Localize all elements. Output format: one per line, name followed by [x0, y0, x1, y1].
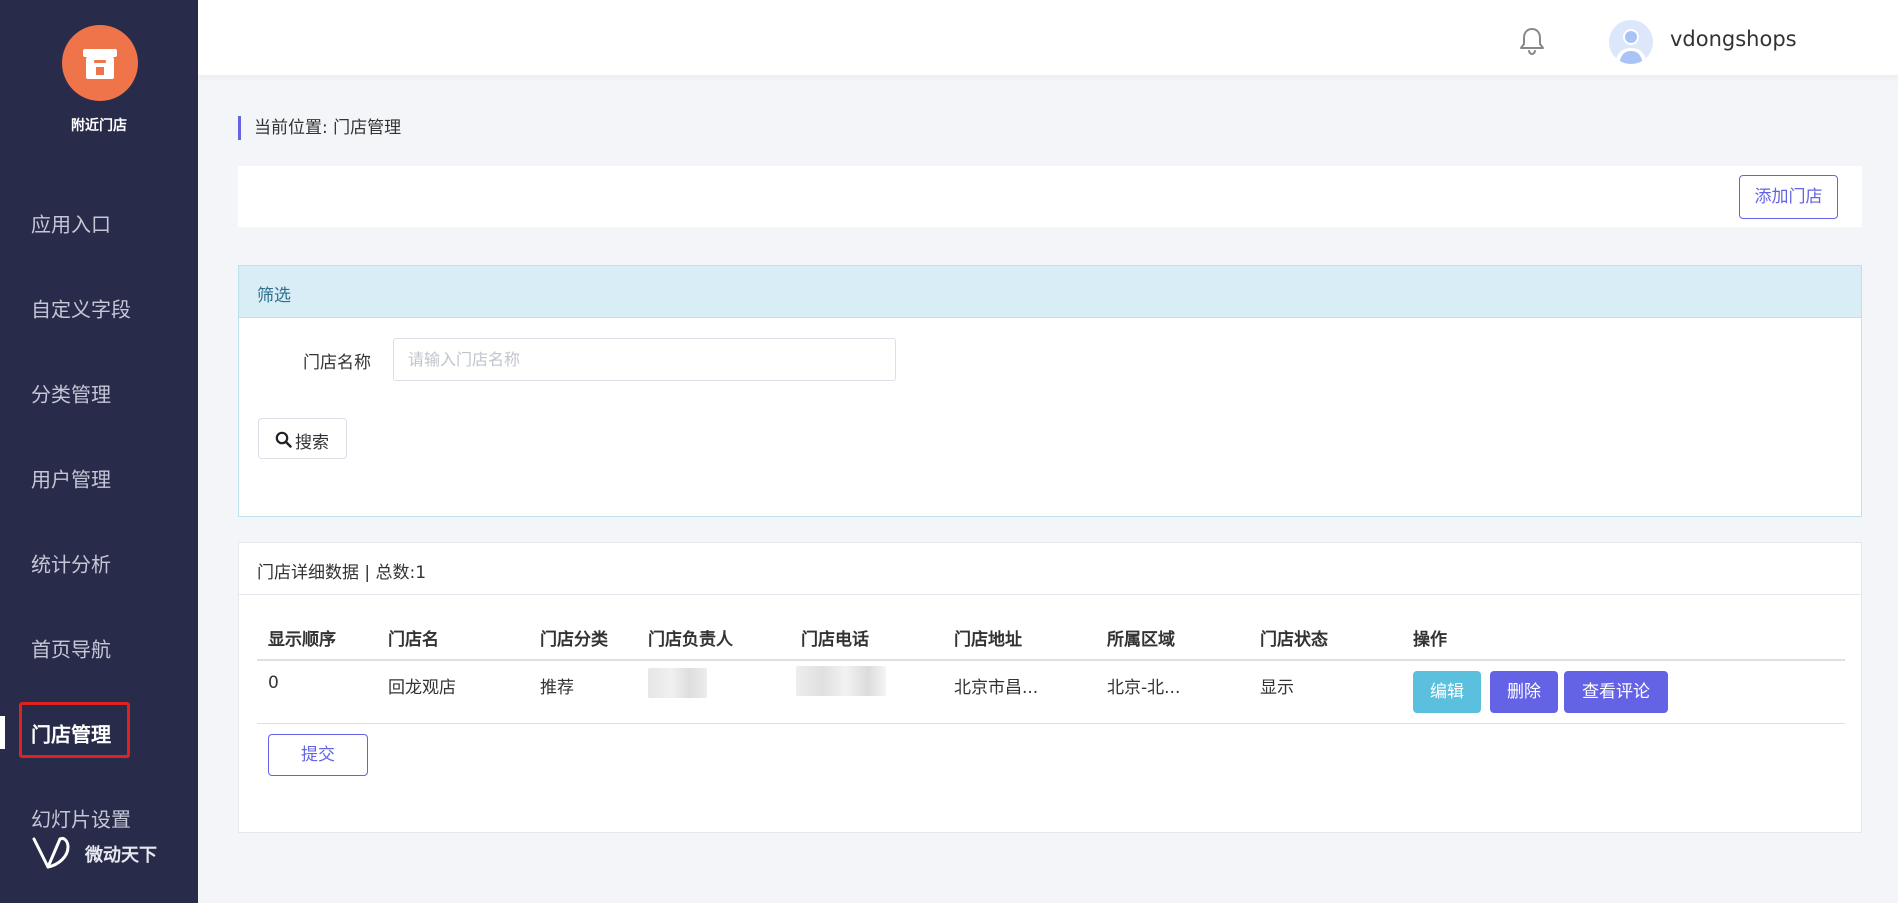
- username[interactable]: vdongshops: [1670, 27, 1797, 51]
- sidebar-item-app-entry[interactable]: 应用入口: [0, 180, 198, 265]
- vdong-logo-icon: [32, 837, 70, 869]
- user-avatar-icon[interactable]: [1609, 20, 1653, 64]
- search-button-label: 搜索: [295, 433, 329, 453]
- add-store-button[interactable]: 添加门店: [1739, 175, 1838, 219]
- table-panel-header: 门店详细数据 | 总数:1: [239, 543, 1861, 595]
- column-header-category: 门店分类: [540, 630, 608, 650]
- edit-button[interactable]: 编辑: [1413, 671, 1481, 713]
- column-header-name: 门店名: [388, 630, 439, 650]
- sidebar-item-label: 自定义字段: [31, 297, 131, 321]
- cell-phone-redacted: [796, 666, 886, 696]
- search-button[interactable]: 搜索: [258, 418, 347, 459]
- sidebar-item-store-management[interactable]: 门店管理: [0, 690, 198, 775]
- action-bar: 添加门店: [238, 166, 1862, 227]
- store-table-panel: 门店详细数据 | 总数:1 显示顺序 门店名 门店分类 门店负责人 门店电话 门…: [238, 542, 1862, 833]
- filter-panel-header: 筛选: [239, 266, 1861, 318]
- sidebar-item-custom-fields[interactable]: 自定义字段: [0, 265, 198, 350]
- sidebar-item-home-nav[interactable]: 首页导航: [0, 605, 198, 690]
- bell-icon[interactable]: [1518, 26, 1546, 56]
- sidebar: 附近门店 应用入口 自定义字段 分类管理 用户管理 统计分析 首页导航 门店管理…: [0, 0, 198, 903]
- search-icon: [275, 431, 292, 448]
- column-header-actions: 操作: [1413, 630, 1447, 650]
- store-icon: [62, 25, 138, 101]
- column-header-region: 所属区域: [1107, 630, 1175, 650]
- sidebar-item-label: 用户管理: [31, 467, 111, 491]
- top-header: vdongshops: [198, 0, 1898, 76]
- breadcrumb: 当前位置: 门店管理: [238, 116, 401, 140]
- cell-region: 北京-北...: [1107, 678, 1181, 698]
- delete-button[interactable]: 删除: [1490, 671, 1558, 713]
- cell-name: 回龙观店: [388, 678, 456, 698]
- column-header-status: 门店状态: [1260, 630, 1328, 650]
- sidebar-item-category[interactable]: 分类管理: [0, 350, 198, 435]
- cell-category: 推荐: [540, 678, 574, 698]
- sidebar-item-label: 统计分析: [31, 552, 111, 576]
- sidebar-item-statistics[interactable]: 统计分析: [0, 520, 198, 605]
- sidebar-item-label: 首页导航: [31, 637, 111, 661]
- cell-manager-redacted: [648, 668, 707, 698]
- filter-panel: 筛选 门店名称 搜索: [238, 265, 1862, 517]
- header-divider: [257, 659, 1845, 661]
- store-name-input[interactable]: [393, 338, 896, 381]
- sidebar-item-label: 门店管理: [31, 722, 111, 746]
- sidebar-item-label: 分类管理: [31, 382, 111, 406]
- table-title: 门店详细数据 | 总数:1: [257, 563, 427, 583]
- cell-status: 显示: [1260, 678, 1294, 698]
- column-header-phone: 门店电话: [801, 630, 869, 650]
- sidebar-item-label: 幻灯片设置: [31, 807, 131, 831]
- column-header-order: 显示顺序: [268, 630, 336, 650]
- app-name: 附近门店: [71, 118, 127, 134]
- sidebar-item-users[interactable]: 用户管理: [0, 435, 198, 520]
- row-divider: [257, 723, 1845, 724]
- sidebar-item-label: 应用入口: [31, 212, 111, 236]
- filter-title: 筛选: [257, 286, 291, 306]
- cell-address: 北京市昌...: [954, 678, 1039, 698]
- cell-order: 0: [268, 673, 279, 693]
- view-reviews-button[interactable]: 查看评论: [1564, 671, 1668, 713]
- brand-name: 微动天下: [85, 845, 157, 866]
- column-header-address: 门店地址: [954, 630, 1022, 650]
- column-header-manager: 门店负责人: [648, 630, 733, 650]
- submit-button[interactable]: 提交: [268, 734, 368, 776]
- store-name-label: 门店名称: [303, 353, 371, 373]
